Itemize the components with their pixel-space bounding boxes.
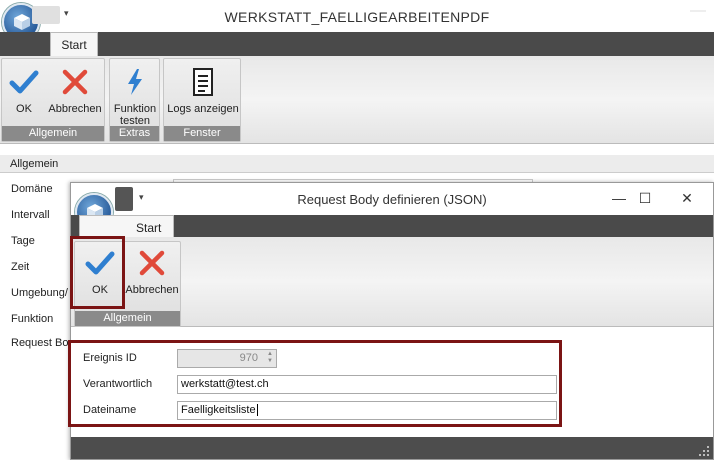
- ok-button-label: OK: [16, 103, 32, 115]
- funktion-testen-button[interactable]: Funktion testen: [111, 67, 159, 127]
- close-icon: ✕: [681, 190, 693, 206]
- log-document-icon: [193, 68, 213, 96]
- resize-grip-icon[interactable]: [699, 446, 709, 456]
- highlight-form-fields: [68, 340, 562, 427]
- dialog-abbrechen-label: Abbrechen: [125, 284, 179, 296]
- funktion-testen-label: Funktion testen: [113, 103, 157, 127]
- cross-icon: [139, 250, 165, 276]
- dialog-ribbon: OK Abbrechen Allgemein: [71, 237, 713, 327]
- logs-anzeigen-label: Logs anzeigen: [167, 103, 239, 115]
- highlight-ok-button: [70, 236, 125, 309]
- dialog-tab-start[interactable]: Start: [79, 215, 174, 237]
- section-header-label: Allgemein: [10, 158, 59, 170]
- dialog-title-bar: ▾ Request Body definieren (JSON) — ☐ ✕: [71, 183, 713, 231]
- main-title-bar: ▾ WERKSTATT_FAELLIGEARBEITENPDF: [0, 0, 714, 41]
- property-label-domaene: Domäne: [11, 183, 53, 195]
- dialog-ribbon-tabbar: Start: [71, 215, 713, 237]
- main-ribbon-tabbar: Start: [0, 32, 714, 56]
- ribbon-group-allgemein: OK Abbrechen Allgemein: [1, 58, 105, 142]
- checkmark-icon: [9, 70, 39, 94]
- cross-icon: [62, 69, 88, 95]
- property-label-funktion: Funktion: [11, 313, 54, 325]
- group-label-allgemein: Allgemein: [2, 126, 104, 141]
- property-label-zeit: Zeit: [11, 261, 30, 273]
- group-label-extras: Extras: [110, 126, 159, 141]
- lightning-icon: [128, 69, 142, 95]
- property-label-request-body: Request Bo: [11, 337, 69, 349]
- group-label-fenster: Fenster: [164, 126, 240, 141]
- dialog-group-label-allgemein: Allgemein: [75, 311, 180, 326]
- ribbon-group-fenster: Logs anzeigen Fenster: [163, 58, 241, 142]
- logs-anzeigen-button[interactable]: Logs anzeigen: [165, 67, 241, 115]
- ribbon-group-extras: Funktion testen Extras: [109, 58, 160, 142]
- ok-button[interactable]: OK: [4, 67, 44, 115]
- dialog-status-bar: [71, 437, 713, 459]
- maximize-button[interactable]: ☐: [623, 183, 667, 213]
- property-label-intervall: Intervall: [11, 209, 50, 221]
- abbrechen-button-label: Abbrechen: [48, 103, 102, 115]
- tab-start[interactable]: Start: [50, 32, 98, 56]
- property-label-tage: Tage: [11, 235, 35, 247]
- section-header-allgemein: Allgemein: [0, 155, 714, 173]
- main-ribbon: OK Abbrechen Allgemein Funktion testen E…: [0, 56, 714, 144]
- window-title: WERKSTATT_FAELLIGEARBEITENPDF: [224, 9, 490, 25]
- close-button[interactable]: ✕: [665, 183, 709, 213]
- minimize-icon[interactable]: [690, 10, 706, 12]
- maximize-icon: ☐: [638, 190, 652, 206]
- property-label-umgebung: Umgebung/: [11, 287, 68, 299]
- dialog-abbrechen-button[interactable]: Abbrechen: [123, 248, 181, 296]
- abbrechen-button[interactable]: Abbrechen: [46, 67, 104, 115]
